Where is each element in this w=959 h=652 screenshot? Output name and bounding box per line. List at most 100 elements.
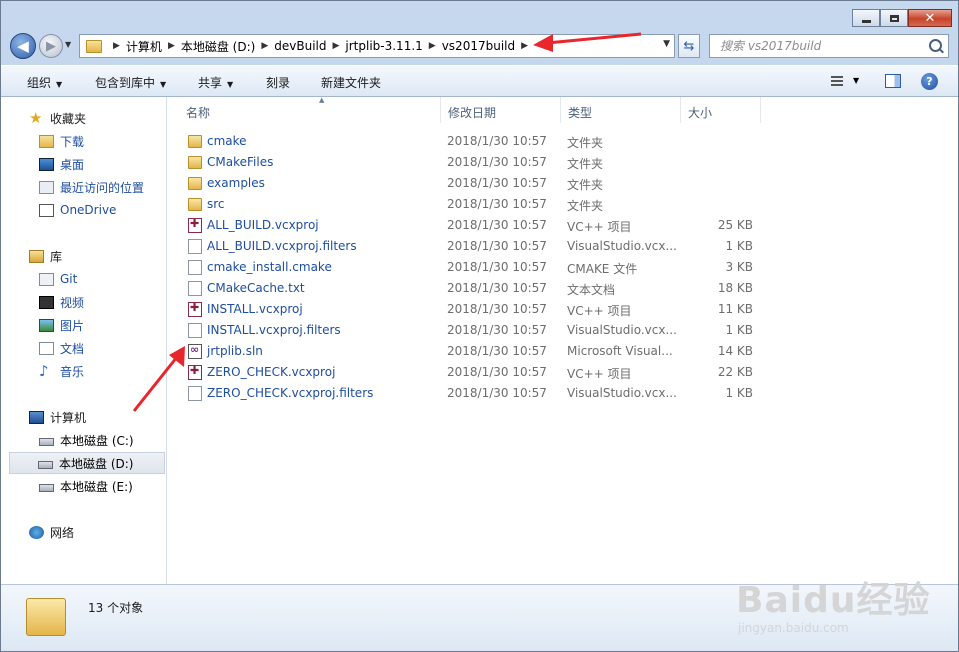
sidebar-item-music[interactable]: ♪ 音乐 [39,360,84,382]
drive-c-icon [39,438,54,446]
refresh-button[interactable]: ⇆ [678,34,700,58]
file-row[interactable]: CMakeFiles 2018/1/30 10:57 文件夹 [177,152,762,173]
file-row[interactable]: examples 2018/1/30 10:57 文件夹 [177,173,762,194]
sidebar-item-git[interactable]: Git [39,268,77,290]
chevron-right-icon[interactable]: ▶ [113,41,120,51]
file-row[interactable]: src 2018/1/30 10:57 文件夹 [177,194,762,215]
search-input[interactable] [718,38,922,54]
sidebar-libraries[interactable]: 库 [29,245,62,267]
file-row[interactable]: ZERO_CHECK.vcxproj 2018/1/30 10:57 VC++ 项目… [177,362,762,383]
view-options-icon[interactable] [831,76,843,88]
sidebar-item-pictures[interactable]: 图片 [39,314,84,336]
breadcrumb-vs2017build[interactable]: vs2017build [442,39,515,53]
column-header-size[interactable]: 大小 [681,97,761,123]
organize-button[interactable]: 组织 ▼ [27,74,62,91]
document-file-icon [188,323,202,338]
view-dropdown-icon[interactable]: ▼ [853,76,859,85]
chevron-right-icon[interactable]: ▶ [521,41,528,51]
preview-pane-icon[interactable] [885,74,901,88]
file-row[interactable]: cmake_install.cmake 2018/1/30 10:57 CMAKE … [177,257,762,278]
new-folder-button[interactable]: 新建文件夹 [321,74,381,91]
file-type: CMAKE 文件 [567,262,638,276]
search-icon[interactable] [929,39,942,52]
sidebar-computer[interactable]: 计算机 [29,406,86,428]
sidebar-item-desktop[interactable]: 桌面 [39,153,84,175]
maximize-button[interactable] [880,9,908,27]
column-header-date[interactable]: 修改日期 [441,97,561,123]
file-name[interactable]: src [207,197,225,211]
burn-button[interactable]: 刻录 [266,74,290,91]
chevron-right-icon[interactable]: ▶ [261,41,268,51]
address-dropdown-icon[interactable]: ▼ [663,39,670,49]
sidebar-item-onedrive[interactable]: OneDrive [39,199,116,221]
file-size: 1 KB [725,323,753,337]
breadcrumb-drive-d[interactable]: 本地磁盘 (D:) [181,38,255,55]
breadcrumb-computer[interactable]: 计算机 [126,38,162,55]
navigation-row: ◀ ▶ ▼ ▶ 计算机 ▶ 本地磁盘 (D:) ▶ devBuild ▶ jrt… [1,31,958,61]
breadcrumb-jrtplib[interactable]: jrtplib-3.11.1 [345,39,422,53]
solution-file-icon [188,343,202,359]
navigation-pane: ★ 收藏夹 下载 桌面 最近访问的位置 OneDrive 库 Git 视频 图片 … [1,97,167,584]
file-row[interactable]: ZERO_CHECK.vcxproj.filters 2018/1/30 10:5… [177,383,762,404]
share-button[interactable]: 共享 ▼ [198,74,233,91]
drive-e-icon [39,484,54,492]
file-name[interactable]: examples [207,176,265,190]
file-row[interactable]: ALL_BUILD.vcxproj.filters 2018/1/30 10:57… [177,236,762,257]
document-file-icon [188,239,202,254]
sidebar-item-drive-e[interactable]: 本地磁盘 (E:) [39,475,133,497]
file-name[interactable]: cmake_install.cmake [207,260,332,274]
sidebar-item-videos[interactable]: 视频 [39,291,84,313]
file-date: 2018/1/30 10:57 [447,281,547,295]
file-name[interactable]: ZERO_CHECK.vcxproj.filters [207,386,373,400]
file-row[interactable]: CMakeCache.txt 2018/1/30 10:57 文本文档 18 KB [177,278,762,299]
sidebar-item-drive-c[interactable]: 本地磁盘 (C:) [39,429,134,451]
file-name[interactable]: cmake [207,134,247,148]
include-in-library-button[interactable]: 包含到库中 ▼ [95,74,166,91]
file-size: 25 KB [717,218,753,232]
organize-label: 组织 [27,76,52,90]
sidebar-network[interactable]: 网络 [29,521,74,543]
column-header-type[interactable]: 类型 [561,97,681,123]
sidebar-item-recent-places[interactable]: 最近访问的位置 [39,176,144,198]
folder-icon [188,198,202,211]
file-row[interactable]: jrtplib.sln 2018/1/30 10:57 Microsoft Visu… [177,341,762,362]
sidebar-item-documents[interactable]: 文档 [39,337,84,359]
file-name[interactable]: ZERO_CHECK.vcxproj [207,365,335,379]
file-name[interactable]: CMakeCache.txt [207,281,305,295]
downloads-icon [39,134,54,148]
back-button[interactable]: ◀ [10,33,36,59]
sidebar-item-label: 图片 [60,318,85,333]
file-name[interactable]: ALL_BUILD.vcxproj [207,218,319,232]
chevron-right-icon[interactable]: ▶ [168,41,175,51]
file-type: VC++ 项目 [567,304,632,318]
column-header-name[interactable]: 名称 ▲ [179,96,441,123]
sidebar-item-label: 文档 [60,341,85,356]
file-row[interactable]: ALL_BUILD.vcxproj 2018/1/30 10:57 VC++ 项目 2… [177,215,762,236]
file-name[interactable]: INSTALL.vcxproj.filters [207,323,341,337]
include-in-library-label: 包含到库中 [95,76,156,90]
minimize-button[interactable] [852,9,880,27]
close-button[interactable]: ✕ [908,9,952,27]
file-row[interactable]: cmake 2018/1/30 10:57 文件夹 [177,131,762,152]
help-icon[interactable]: ? [921,73,938,90]
file-type: Microsoft Visual... [567,344,673,358]
caption-buttons: ✕ [852,9,952,27]
file-row[interactable]: INSTALL.vcxproj 2018/1/30 10:57 VC++ 项目 11 … [177,299,762,320]
file-name[interactable]: jrtplib.sln [207,344,263,358]
sidebar-item-downloads[interactable]: 下载 [39,130,84,152]
sidebar-item-drive-d[interactable]: 本地磁盘 (D:) [9,452,165,474]
chevron-right-icon[interactable]: ▶ [332,41,339,51]
chevron-right-icon[interactable]: ▶ [429,41,436,51]
forward-button[interactable]: ▶ [39,34,63,58]
address-bar[interactable]: ▶ 计算机 ▶ 本地磁盘 (D:) ▶ devBuild ▶ jrtplib-3… [79,34,675,58]
sidebar-favorites[interactable]: ★ 收藏夹 [29,107,86,129]
file-row[interactable]: INSTALL.vcxproj.filters 2018/1/30 10:57 Vi… [177,320,762,341]
file-name[interactable]: INSTALL.vcxproj [207,302,303,316]
breadcrumb-devbuild[interactable]: devBuild [274,39,326,53]
search-box[interactable] [709,34,949,58]
network-icon [29,525,44,539]
file-name[interactable]: CMakeFiles [207,155,273,169]
recent-pages-dropdown[interactable]: ▼ [65,40,71,49]
file-name[interactable]: ALL_BUILD.vcxproj.filters [207,239,357,253]
folder-icon [188,177,202,190]
